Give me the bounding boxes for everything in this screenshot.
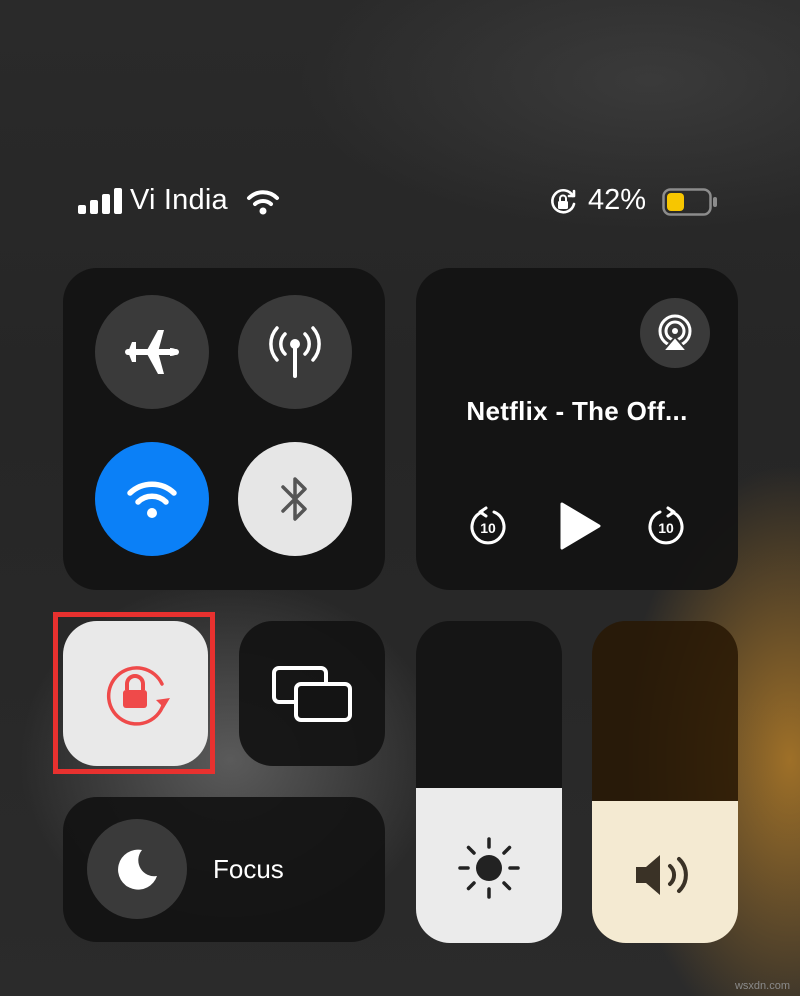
wifi-icon: [127, 481, 177, 518]
airplane-icon: [125, 330, 179, 374]
wifi-toggle[interactable]: [95, 442, 209, 556]
speaker-icon: [636, 855, 688, 895]
cellular-signal-icon: [78, 188, 122, 214]
sun-icon: [458, 837, 520, 899]
cellular-data-toggle[interactable]: [238, 295, 352, 409]
moon-icon: [118, 849, 157, 890]
screen-mirroring-icon: [272, 665, 352, 722]
skip-back-icon: 10: [470, 506, 506, 545]
focus-label: Focus: [213, 854, 284, 884]
wifi-status-icon: [247, 190, 279, 215]
airplay-button[interactable]: [640, 298, 710, 368]
status-bar: Vi India 42%: [78, 182, 728, 222]
battery-icon: [662, 188, 717, 216]
media-title: Netflix - The Off...: [466, 396, 688, 426]
airplane-mode-toggle[interactable]: [95, 295, 209, 409]
watermark: wsxdn.com: [734, 980, 790, 992]
volume-slider[interactable]: [592, 621, 738, 943]
carrier-name: Vi India: [130, 184, 228, 216]
play-button[interactable]: [554, 500, 604, 552]
battery-percentage: 42%: [588, 184, 647, 216]
focus-button[interactable]: Focus: [63, 797, 385, 942]
brightness-slider[interactable]: [416, 621, 562, 943]
speaker-icon-wrap: [592, 847, 738, 903]
bluetooth-icon: [281, 477, 307, 521]
skip-forward-button[interactable]: 10: [646, 506, 686, 546]
skip-back-button[interactable]: 10: [468, 506, 508, 546]
airplay-icon: [658, 314, 692, 352]
bluetooth-toggle[interactable]: [238, 442, 352, 556]
skip-forward-seconds: 10: [658, 520, 674, 536]
orientation-lock-status-icon: [551, 189, 576, 214]
screen-mirroring-button[interactable]: [239, 621, 385, 766]
sun-icon-wrap: [416, 833, 562, 903]
skip-forward-icon: 10: [648, 506, 684, 545]
play-icon: [560, 502, 601, 550]
moon-button: [87, 819, 187, 919]
antenna-icon: [269, 326, 321, 378]
now-playing-module: Netflix - The Off... 10 10: [416, 268, 738, 590]
highlight-box: [53, 612, 215, 774]
skip-back-seconds: 10: [480, 520, 496, 536]
connectivity-module: [63, 268, 385, 590]
